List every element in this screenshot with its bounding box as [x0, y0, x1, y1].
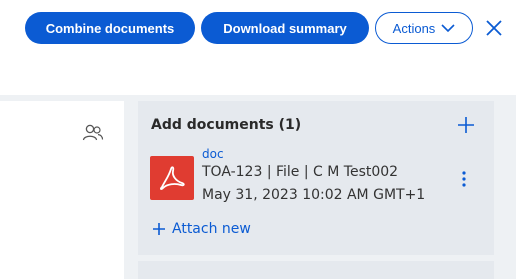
attach-new-label: Attach new — [172, 221, 251, 237]
document-timestamp: May 31, 2023 10:02 AM GMT+1 — [202, 187, 426, 203]
header-toolbar: Combine documents Download summary Actio… — [0, 0, 516, 95]
actions-label: Actions — [392, 20, 436, 36]
next-panel — [138, 261, 494, 279]
combine-documents-button[interactable]: Combine documents — [25, 12, 195, 44]
pdf-thumbnail[interactable] — [150, 156, 194, 200]
close-icon[interactable] — [484, 18, 504, 38]
more-options-kebab-icon[interactable] — [460, 170, 468, 188]
attach-new-link[interactable]: Attach new — [152, 221, 251, 237]
pdf-icon — [160, 166, 185, 190]
people-icon[interactable] — [82, 123, 104, 143]
left-panel — [0, 101, 124, 279]
add-documents-title: Add documents (1) — [151, 117, 302, 133]
attach-plus-icon — [153, 223, 165, 235]
add-document-plus-icon[interactable] — [456, 115, 476, 135]
download-summary-button[interactable]: Download summary — [201, 12, 369, 44]
chevron-down-icon — [441, 23, 455, 32]
actions-dropdown-button[interactable]: Actions — [375, 12, 473, 44]
document-title: TOA-123 | File | C M Test002 — [202, 164, 399, 180]
add-documents-panel: Add documents (1) doc TOA-123 | File | C… — [138, 101, 494, 255]
content-area: Add documents (1) doc TOA-123 | File | C… — [0, 95, 516, 279]
document-type-link[interactable]: doc — [202, 147, 224, 161]
